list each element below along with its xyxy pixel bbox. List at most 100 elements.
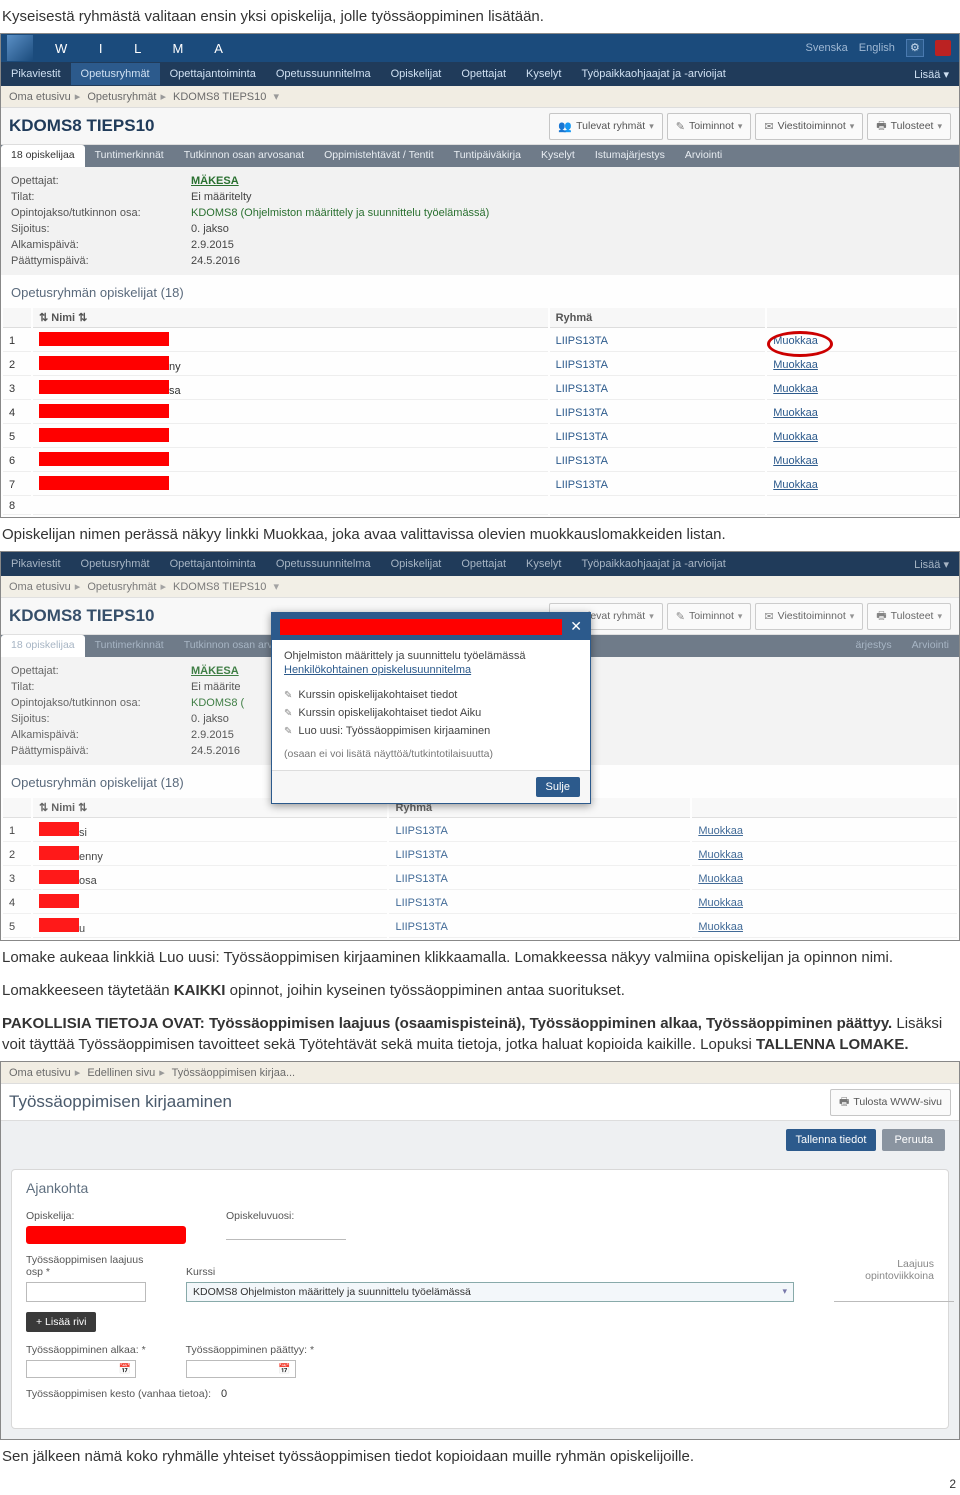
- alkaa-input[interactable]: 📅: [26, 1360, 136, 1378]
- nav-kyselyt[interactable]: Kyselyt: [516, 553, 571, 575]
- muokkaa-link[interactable]: Muokkaa: [773, 455, 818, 467]
- btn-tulevat-ryhmat[interactable]: 👥Tulevat ryhmät▾: [549, 113, 662, 140]
- nav-more[interactable]: Lisää ▾: [904, 63, 959, 86]
- paattyy-input[interactable]: 📅: [186, 1360, 296, 1378]
- muokkaa-link[interactable]: Muokkaa: [773, 479, 818, 491]
- muokkaa-link[interactable]: Muokkaa: [773, 359, 818, 371]
- subtab-opiskelijat[interactable]: 18 opiskelijaa: [1, 145, 85, 167]
- save-button[interactable]: Tallenna tiedot: [786, 1129, 877, 1151]
- nav-opettajantoiminta[interactable]: Opettajantoiminta: [160, 63, 266, 85]
- top-right-links: Svenska English ⚙: [798, 39, 959, 57]
- group-link[interactable]: LIIPS13TA: [556, 359, 608, 371]
- group-link[interactable]: LIIPS13TA: [556, 479, 608, 491]
- muokkaa-link[interactable]: Muokkaa: [773, 407, 818, 419]
- muokkaa-link[interactable]: Muokkaa: [773, 431, 818, 443]
- logout-icon[interactable]: [935, 40, 951, 56]
- opiskelija-redacted: [26, 1226, 186, 1244]
- doc-paragraph-1: Kyseisestä ryhmästä valitaan ensin yksi …: [0, 0, 960, 33]
- bc-course[interactable]: KDOMS8 TIEPS10: [173, 91, 266, 103]
- lang-svenska[interactable]: Svenska: [806, 42, 848, 54]
- table-row: 1LIIPS13TAMuokkaa: [3, 330, 957, 352]
- list-title: Opetusryhmän opiskelijat (18): [1, 275, 959, 306]
- subtabs: 18 opiskelijaa Tuntimerkinnät Tutkinnon …: [1, 145, 959, 167]
- subtab-istuma[interactable]: Istumajärjestys: [585, 145, 675, 167]
- nav-tyopaikka[interactable]: Työpaikkaohjaajat ja -arvioijat: [571, 553, 735, 575]
- muokkaa-link[interactable]: Muokkaa: [773, 383, 818, 395]
- nav-pikaviestit[interactable]: Pikaviestit: [1, 553, 71, 575]
- pencil-icon: ✎: [284, 726, 292, 737]
- muokkaa-circled[interactable]: Muokkaa: [773, 335, 818, 347]
- subtab-paivakirja[interactable]: Tuntipäiväkirja: [444, 145, 531, 167]
- nav-kyselyt[interactable]: Kyselyt: [516, 63, 571, 85]
- btn-tulosteet[interactable]: 🖶Tulosteet▾: [867, 603, 951, 630]
- subtab-kyselyt[interactable]: Kyselyt: [531, 145, 585, 167]
- btn-tulosteet[interactable]: 🖶Tulosteet▾: [867, 113, 951, 140]
- btn-viestitoiminnot[interactable]: ✉Viestitoiminnot▾: [755, 603, 863, 630]
- subtab-istuma-frag[interactable]: ärjestys: [845, 635, 901, 657]
- bc-course[interactable]: KDOMS8 TIEPS10: [173, 581, 266, 593]
- bc-groups[interactable]: Opetusryhmät: [87, 91, 156, 103]
- redacted-name: [39, 476, 169, 490]
- group-link[interactable]: LIIPS13TA: [556, 383, 608, 395]
- nav-opettajat[interactable]: Opettajat: [451, 553, 516, 575]
- group-link[interactable]: LIIPS13TA: [556, 431, 608, 443]
- subtab-arvosanat[interactable]: Tutkinnon osan arvosanat: [174, 145, 314, 167]
- laajuus-input[interactable]: [26, 1282, 146, 1302]
- pencil-icon: ✎: [676, 610, 685, 623]
- val-opettajat[interactable]: MÄKESA: [191, 175, 239, 187]
- subtab-tuntimerkinnat[interactable]: Tuntimerkinnät: [85, 145, 174, 167]
- lbl-sijoitus: Sijoitus:: [11, 223, 191, 235]
- settings-icon[interactable]: ⚙: [906, 39, 924, 57]
- modal-close-button[interactable]: Sulje: [536, 777, 580, 797]
- lang-english[interactable]: English: [859, 42, 895, 54]
- table-row: 2ennyLIIPS13TAMuokkaa: [3, 844, 957, 866]
- subtab-arviointi[interactable]: Arviointi: [902, 635, 959, 657]
- group-link[interactable]: LIIPS13TA: [556, 407, 608, 419]
- btn-toiminnot[interactable]: ✎Toiminnot▾: [667, 113, 752, 140]
- bc-home[interactable]: Oma etusivu: [9, 581, 71, 593]
- nav-opetusryhmat[interactable]: Opetusryhmät: [71, 553, 160, 575]
- group-link[interactable]: LIIPS13TA: [556, 335, 608, 347]
- col-ryhma[interactable]: Ryhmä: [550, 308, 766, 328]
- kurssi-select[interactable]: KDOMS8 Ohjelmiston määrittely ja suunnit…: [186, 1282, 794, 1302]
- calendar-icon: 📅: [278, 1364, 290, 1375]
- main-nav: Pikaviestit Opetusryhmät Opettajantoimin…: [1, 62, 959, 86]
- nav-tyopaikka[interactable]: Työpaikkaohjaajat ja -arvioijat: [571, 63, 735, 85]
- nav-opetussuunnitelma[interactable]: Opetussuunnitelma: [266, 553, 381, 575]
- bc-home[interactable]: Oma etusivu: [9, 91, 71, 103]
- print-icon: 🖶: [876, 607, 886, 626]
- nav-opetussuunnitelma[interactable]: Opetussuunnitelma: [266, 63, 381, 85]
- breadcrumb: Oma etusivu▸ Edellinen sivu▸ Työssäoppim…: [1, 1062, 959, 1084]
- redacted-name: [39, 870, 79, 884]
- nav-more[interactable]: Lisää ▾: [904, 553, 959, 576]
- btn-viestitoiminnot[interactable]: ✉Viestitoiminnot▾: [755, 113, 863, 140]
- nav-opiskelijat[interactable]: Opiskelijat: [381, 63, 452, 85]
- btn-print-www[interactable]: 🖶Tulosta WWW-sivu: [830, 1089, 951, 1116]
- nav-opettajantoiminta[interactable]: Opettajantoiminta: [160, 553, 266, 575]
- btn-toiminnot[interactable]: ✎Toiminnot▾: [667, 603, 752, 630]
- mail-icon: ✉: [764, 610, 773, 623]
- bc-groups[interactable]: Opetusryhmät: [87, 581, 156, 593]
- table-row: 4LIIPS13TAMuokkaa: [3, 402, 957, 424]
- col-nimi[interactable]: ⇅ Nimi ⇅: [33, 308, 548, 328]
- nav-opetusryhmat[interactable]: Opetusryhmät: [71, 63, 160, 85]
- group-icon: 👥: [558, 120, 572, 133]
- val-alkamis: 2.9.2015: [191, 239, 234, 251]
- modal-item-1[interactable]: ✎Kurssin opiskelijakohtaiset tiedot: [284, 686, 578, 704]
- modal-item-2[interactable]: ✎Kurssin opiskelijakohtaiset tiedot Aiku: [284, 704, 578, 722]
- subtab-opiskelijat[interactable]: 18 opiskelijaa: [1, 635, 85, 657]
- subtab-arviointi[interactable]: Arviointi: [675, 145, 732, 167]
- close-icon[interactable]: ✕: [570, 618, 582, 635]
- subtab-tentit[interactable]: Oppimistehtävät / Tentit: [314, 145, 444, 167]
- nav-opiskelijat[interactable]: Opiskelijat: [381, 553, 452, 575]
- mail-icon: ✉: [764, 120, 773, 133]
- modal-hops-link[interactable]: Henkilökohtainen opiskelusuunnitelma: [284, 664, 578, 676]
- nav-opettajat[interactable]: Opettajat: [451, 63, 516, 85]
- subtab-tuntimerkinnat[interactable]: Tuntimerkinnät: [85, 635, 174, 657]
- nav-pikaviestit[interactable]: Pikaviestit: [1, 63, 71, 85]
- group-link[interactable]: LIIPS13TA: [556, 455, 608, 467]
- modal-item-3[interactable]: ✎Luo uusi: Työssäoppimisen kirjaaminen: [284, 722, 578, 740]
- dropdown-icon: ▾: [782, 1286, 787, 1298]
- cancel-button[interactable]: Peruuta: [882, 1129, 945, 1151]
- add-row-button[interactable]: + Lisää rivi: [26, 1312, 96, 1332]
